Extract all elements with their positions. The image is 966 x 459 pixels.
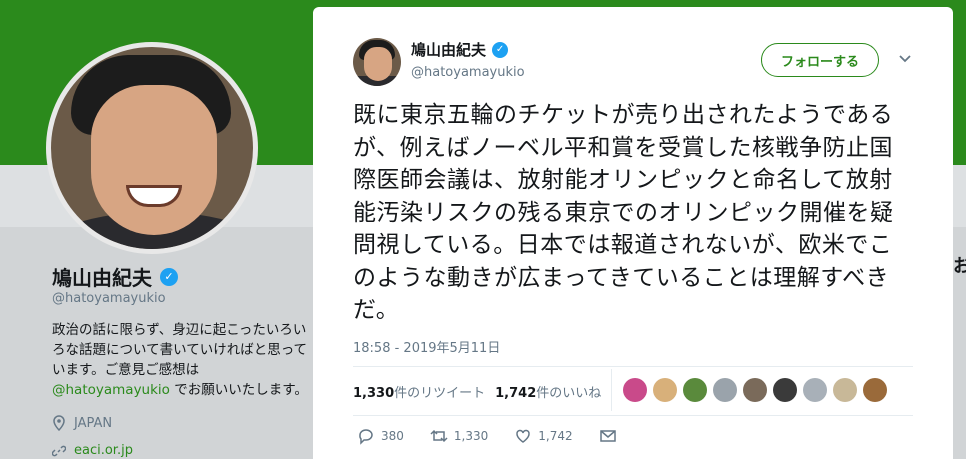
likes-stat[interactable]: 1,742件のいいね (495, 382, 601, 401)
profile-handle: @hatoyamayukio (52, 291, 166, 306)
liker-avatar[interactable] (803, 378, 827, 402)
tweet-author-name[interactable]: 鳩山由紀夫 ✓ (411, 39, 509, 60)
profile-name: 鳩山由紀夫 ✓ (52, 262, 178, 291)
profile-location: JAPAN (52, 415, 112, 431)
follow-button[interactable]: フォローする (761, 43, 879, 77)
liker-avatars (623, 378, 887, 402)
profile-bio: 政治の話に限らず、身辺に起こったいろいろな話題について書いていければと思っていま… (52, 322, 308, 398)
profile-avatar[interactable] (46, 42, 258, 254)
divider (353, 366, 913, 367)
tweet-author-handle[interactable]: @hatoyamayukio (411, 65, 525, 80)
location-pin-icon (53, 415, 65, 431)
stats-divider (611, 369, 612, 411)
liker-avatar[interactable] (743, 378, 767, 402)
tweet-stats: 1,330件のリツイート 1,742件のいいね (353, 382, 601, 401)
reply-icon (359, 429, 373, 445)
retweets-stat[interactable]: 1,330件のリツイート (353, 382, 485, 401)
verified-badge-icon: ✓ (492, 41, 509, 58)
liker-avatar[interactable] (713, 378, 737, 402)
heart-icon (516, 429, 531, 443)
like-button[interactable]: 1,742 (514, 427, 573, 445)
bio-mention-link[interactable]: @hatoyamayukio (52, 382, 170, 398)
liker-avatar[interactable] (773, 378, 797, 402)
liker-avatar[interactable] (623, 378, 647, 402)
reply-button[interactable]: 380 (357, 427, 404, 445)
right-column-peek: お (953, 256, 966, 277)
profile-name-text: 鳩山由紀夫 (52, 266, 152, 290)
tweet-author-avatar[interactable] (353, 38, 401, 86)
tweet-text: 既に東京五輪のチケットが売り出されたようであるが、例えばノーベル平和賞を受賞した… (353, 102, 894, 323)
profile-url[interactable]: eaci.or.jp (52, 443, 133, 458)
tweet-actions: 380 1,330 1,742 (357, 427, 643, 445)
liker-avatar[interactable] (653, 378, 677, 402)
direct-message-button[interactable] (599, 427, 617, 445)
liker-avatar[interactable] (833, 378, 857, 402)
chevron-down-icon[interactable] (897, 51, 913, 67)
tweet-card: 鳩山由紀夫 ✓ @hatoyamayukio フォローする 既に東京五輪のチケッ… (313, 7, 953, 459)
link-icon (52, 445, 66, 456)
envelope-icon (599, 430, 616, 442)
divider (353, 415, 913, 416)
retweet-button[interactable]: 1,330 (430, 427, 488, 445)
tweet-timestamp[interactable]: 18:58 - 2019年5月11日 (353, 337, 500, 356)
liker-avatar[interactable] (863, 378, 887, 402)
verified-badge-icon: ✓ (160, 267, 178, 286)
retweet-icon (430, 429, 448, 443)
liker-avatar[interactable] (683, 378, 707, 402)
